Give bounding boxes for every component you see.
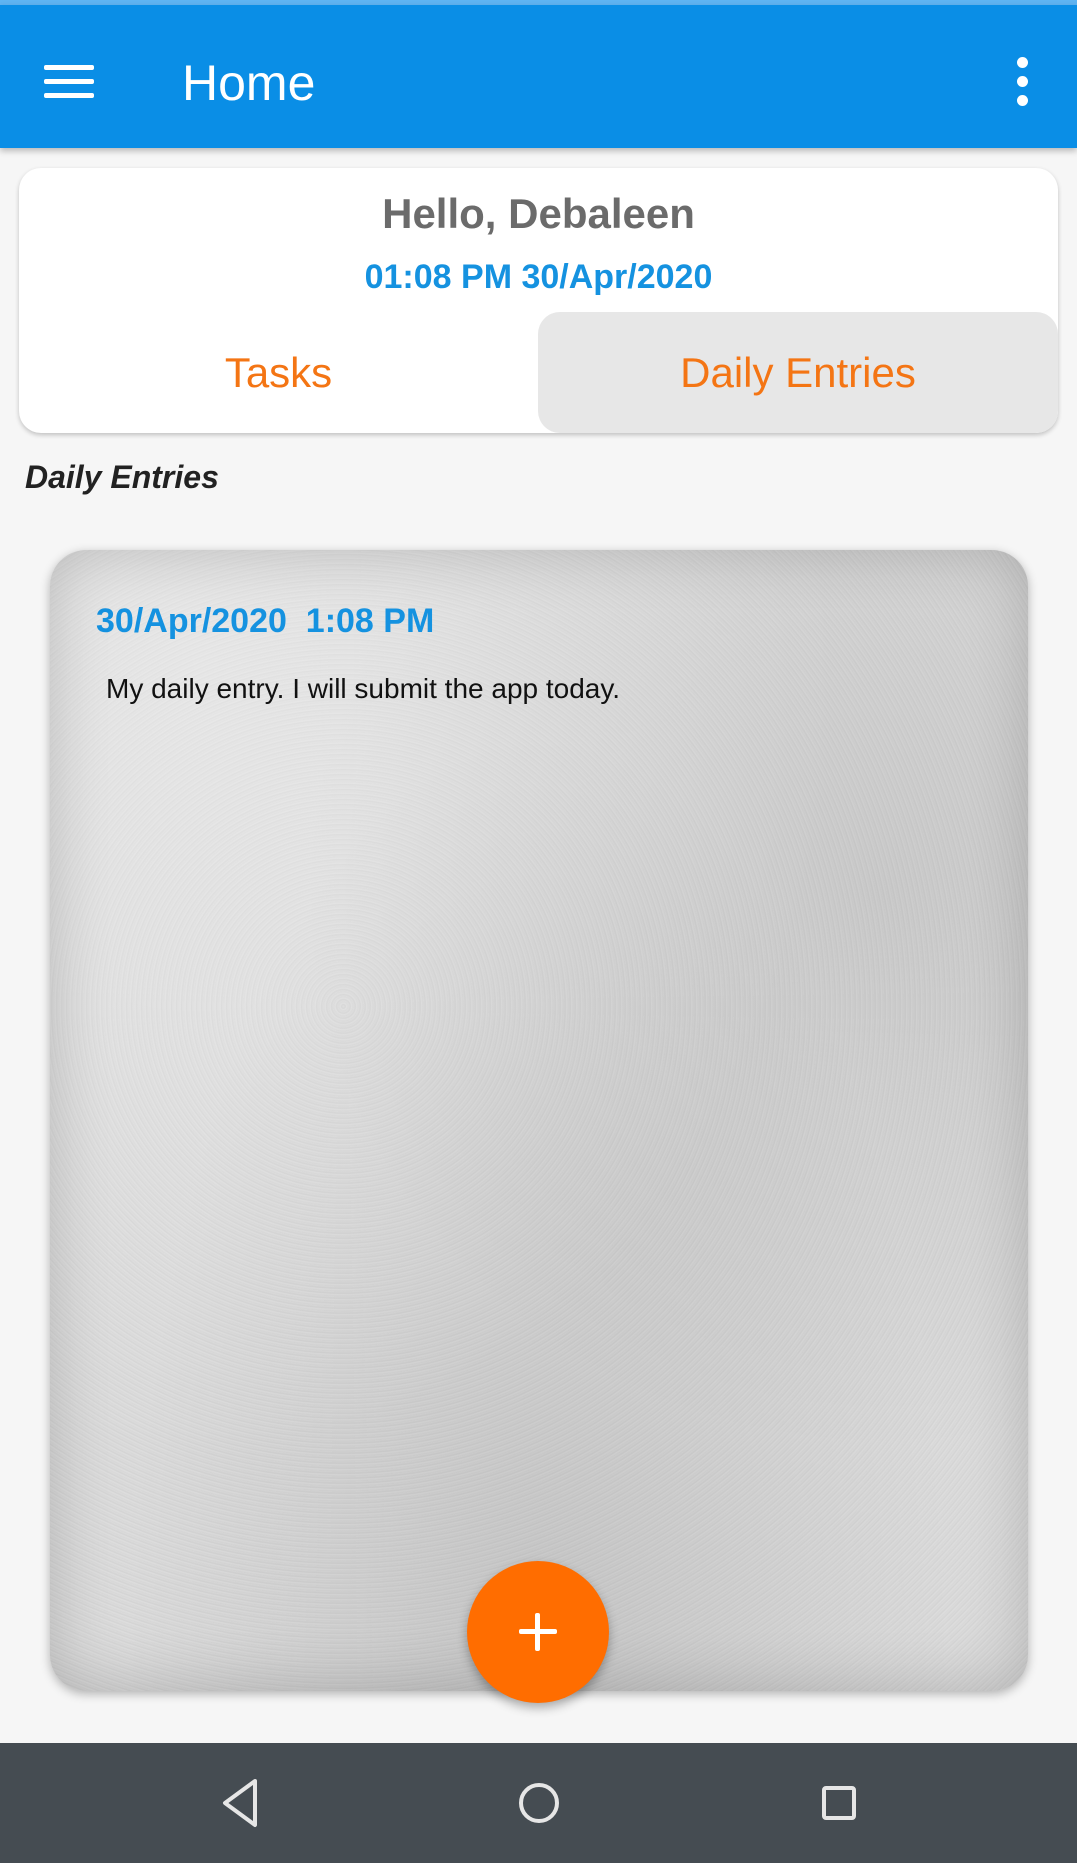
section-title: Daily Entries bbox=[25, 459, 219, 495]
system-navigation-bar bbox=[0, 1743, 1077, 1863]
home-circle-icon[interactable] bbox=[509, 1773, 569, 1833]
app-bar: Home bbox=[0, 5, 1077, 148]
back-triangle-icon[interactable] bbox=[210, 1773, 270, 1833]
entry-date: 30/Apr/2020 1:08 PM bbox=[96, 602, 435, 640]
current-datetime: 01:08 PM 30/Apr/2020 bbox=[364, 258, 713, 296]
page-title: Home bbox=[182, 55, 316, 111]
daily-entry-card[interactable]: 30/Apr/2020 1:08 PM My daily entry. I wi… bbox=[50, 550, 1028, 1691]
add-icon-vertical bbox=[535, 1613, 540, 1651]
entry-text: My daily entry. I will submit the app to… bbox=[106, 673, 621, 704]
hamburger-menu-icon[interactable] bbox=[44, 65, 96, 99]
recents-square-icon[interactable] bbox=[809, 1773, 869, 1833]
greeting-card: Hello, Debaleen 01:08 PM 30/Apr/2020 Tas… bbox=[19, 168, 1058, 433]
greeting-text: Hello, Debaleen bbox=[382, 190, 695, 237]
add-entry-button[interactable] bbox=[467, 1561, 609, 1703]
more-vert-icon[interactable] bbox=[1002, 57, 1044, 107]
tab-daily-entries[interactable]: Daily Entries bbox=[538, 312, 1058, 433]
tab-tasks[interactable]: Tasks bbox=[19, 312, 538, 433]
